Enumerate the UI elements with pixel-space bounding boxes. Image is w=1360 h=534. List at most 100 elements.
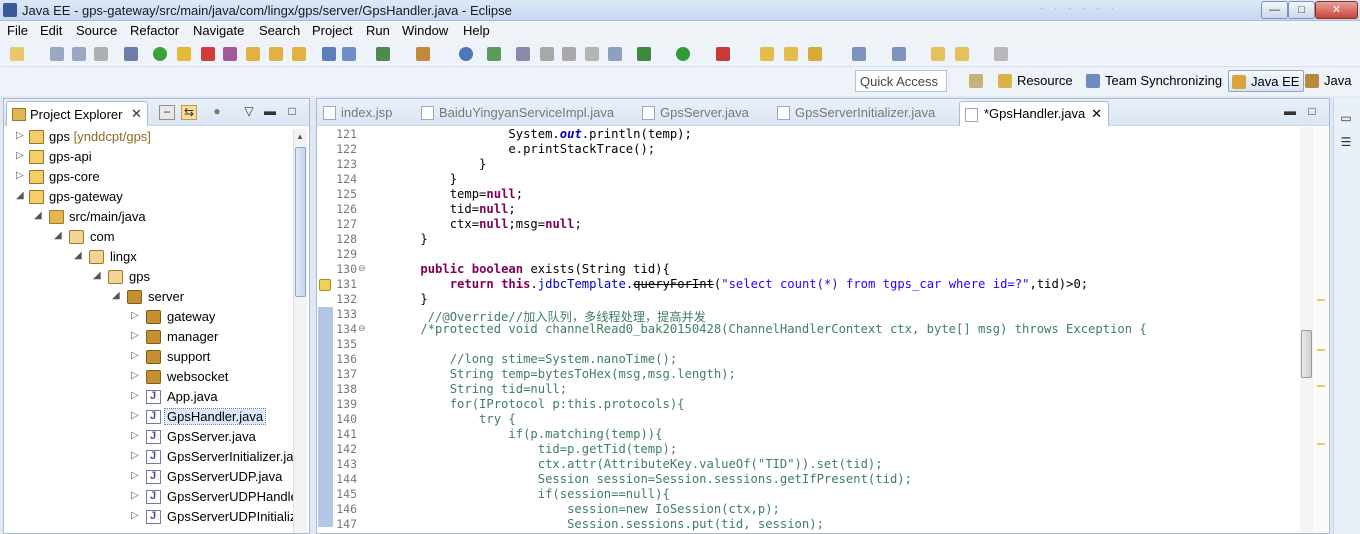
menu-project[interactable]: Project	[312, 23, 352, 38]
forward-icon[interactable]	[994, 47, 1008, 61]
step-return-icon[interactable]	[292, 47, 306, 61]
tree-item[interactable]: ▷ gps [ynddcpt/gps]	[4, 127, 294, 147]
tree-item[interactable]: ▷ App.java	[4, 387, 294, 407]
tree-item[interactable]: ▷ GpsServerUDP.java	[4, 467, 294, 487]
quick-access-field[interactable]: Quick Access	[855, 70, 947, 92]
code-line[interactable]: String tid=null;	[391, 382, 567, 397]
fold-collapse-icon[interactable]: ⊖	[358, 323, 366, 334]
twisty-icon[interactable]: ▷	[131, 430, 141, 441]
next-annotation-icon[interactable]	[852, 47, 866, 61]
twisty-icon[interactable]: ◢	[112, 290, 122, 301]
editor-scrollbar[interactable]	[1300, 127, 1314, 533]
perspective-java[interactable]: Java	[1302, 70, 1355, 92]
open-type-icon[interactable]	[760, 47, 774, 61]
twisty-icon[interactable]: ◢	[74, 250, 84, 261]
code-text[interactable]: System.out.println(temp); e.printStackTr…	[391, 127, 1301, 533]
tab-project-explorer[interactable]: Project Explorer ✕	[6, 101, 148, 126]
tree-item[interactable]: ▷ manager	[4, 327, 294, 347]
twisty-icon[interactable]: ▷	[131, 450, 141, 461]
open-web-browser-icon[interactable]	[459, 47, 473, 61]
menu-help[interactable]: Help	[463, 23, 490, 38]
tab-index-jsp[interactable]: index.jsp	[321, 105, 392, 125]
tree-item[interactable]: ◢ server	[4, 287, 294, 307]
code-line[interactable]: tid=null;	[391, 202, 516, 217]
close-window-button[interactable]: ✕	[1315, 1, 1358, 19]
maximize-view-icon[interactable]: □	[284, 105, 300, 120]
code-line[interactable]: String temp=bytesToHex(msg,msg.length);	[391, 367, 736, 382]
twisty-icon[interactable]: ▷	[131, 390, 141, 401]
tree-item[interactable]: ▷ gps-core	[4, 167, 294, 187]
new-icon[interactable]	[10, 47, 24, 61]
code-line[interactable]: return this.jdbcTemplate.queryForInt("se…	[391, 277, 1088, 292]
close-tab-icon[interactable]: ✕	[1091, 106, 1102, 121]
step-over-icon[interactable]	[269, 47, 283, 61]
tab-gps-handler[interactable]: *GpsHandler.java ✕	[959, 101, 1110, 126]
tree-item[interactable]: ▷ gateway	[4, 307, 294, 327]
twisty-icon[interactable]: ◢	[16, 190, 26, 201]
menu-file[interactable]: File	[7, 23, 28, 38]
show-source-icon[interactable]	[608, 47, 622, 61]
toggle-mark-occurrences-icon[interactable]	[516, 47, 530, 61]
new-wizard-icon[interactable]	[416, 47, 430, 61]
save-all-icon[interactable]	[72, 47, 86, 61]
tree-item[interactable]: ▷ websocket	[4, 367, 294, 387]
view-menu-icon[interactable]: ▽	[241, 105, 257, 120]
warning-mark[interactable]	[1317, 349, 1325, 351]
maximize-editor-icon[interactable]: □	[1304, 105, 1320, 120]
fold-collapse-icon[interactable]: ⊖	[358, 263, 366, 274]
open-task-icon[interactable]	[784, 47, 798, 61]
code-line[interactable]: System.out.println(temp);	[391, 127, 691, 142]
code-line[interactable]: for(IProtocol p:this.protocols){	[391, 397, 685, 412]
save-icon[interactable]	[50, 47, 64, 61]
menu-source[interactable]: Source	[76, 23, 117, 38]
scroll-up-icon[interactable]: ▲	[296, 132, 304, 141]
code-line[interactable]: public boolean exists(String tid){	[391, 262, 670, 277]
use-step-filters-icon[interactable]	[342, 47, 356, 61]
code-line[interactable]: e.printStackTrace();	[391, 142, 655, 157]
tree-item[interactable]: ▷ GpsServer.java	[4, 427, 294, 447]
resume-icon[interactable]	[153, 47, 167, 61]
twisty-icon[interactable]: ▷	[131, 490, 141, 501]
code-line[interactable]: try {	[391, 412, 516, 427]
warning-mark[interactable]	[1317, 299, 1325, 301]
tree-item[interactable]: ▷ GpsServerUDPHandler.java	[4, 487, 294, 507]
warning-mark[interactable]	[1317, 385, 1325, 387]
close-view-icon[interactable]: ✕	[131, 106, 142, 122]
twisty-icon[interactable]: ▷	[131, 410, 141, 421]
code-line[interactable]: /*protected void channelRead0_bak2015042…	[391, 322, 1146, 337]
run-on-server-icon[interactable]	[487, 47, 501, 61]
code-line[interactable]: ctx=null;msg=null;	[391, 217, 582, 232]
twisty-icon[interactable]: ◢	[93, 270, 103, 281]
minimize-editor-icon[interactable]: ▬	[1282, 105, 1298, 120]
code-line[interactable]: session=new IoSession(ctx,p);	[391, 502, 780, 517]
disconnect-icon[interactable]	[223, 47, 237, 61]
code-line[interactable]: }	[391, 157, 486, 172]
twisty-icon[interactable]: ▷	[131, 310, 141, 321]
new-server-icon[interactable]	[376, 47, 390, 61]
twisty-icon[interactable]: ▷	[131, 370, 141, 381]
warning-marker-icon[interactable]	[319, 279, 331, 291]
maximize-button[interactable]: □	[1288, 1, 1315, 19]
last-edit-location-icon[interactable]	[931, 47, 945, 61]
menu-refactor[interactable]: Refactor	[130, 23, 179, 38]
code-line[interactable]: }	[391, 232, 427, 247]
tree-item-selected[interactable]: ▷ GpsHandler.java	[4, 407, 294, 427]
code-line[interactable]: }	[391, 172, 457, 187]
menu-window[interactable]: Window	[402, 23, 448, 38]
print-icon[interactable]	[94, 47, 108, 61]
debug-icon[interactable]	[637, 47, 651, 61]
tab-gps-server[interactable]: GpsServer.java	[640, 105, 749, 125]
perspective-resource[interactable]: Resource	[995, 70, 1077, 92]
tab-baidu-yingyan-service-impl[interactable]: BaiduYingyanServiceImpl.java	[419, 105, 614, 125]
tree-item[interactable]: ◢ lingx	[4, 247, 294, 267]
menu-run[interactable]: Run	[366, 23, 390, 38]
coverage-icon[interactable]	[716, 47, 730, 61]
twisty-icon[interactable]: ▷	[131, 350, 141, 361]
minimize-view-icon[interactable]: ▬	[262, 105, 278, 120]
outline-view-icon[interactable]: ☰	[1338, 136, 1354, 151]
menu-navigate[interactable]: Navigate	[193, 23, 244, 38]
run-icon[interactable]	[676, 47, 690, 61]
restore-view-icon[interactable]: ▭	[1338, 112, 1354, 127]
menu-search[interactable]: Search	[259, 23, 300, 38]
scrollbar-thumb[interactable]	[295, 147, 306, 297]
